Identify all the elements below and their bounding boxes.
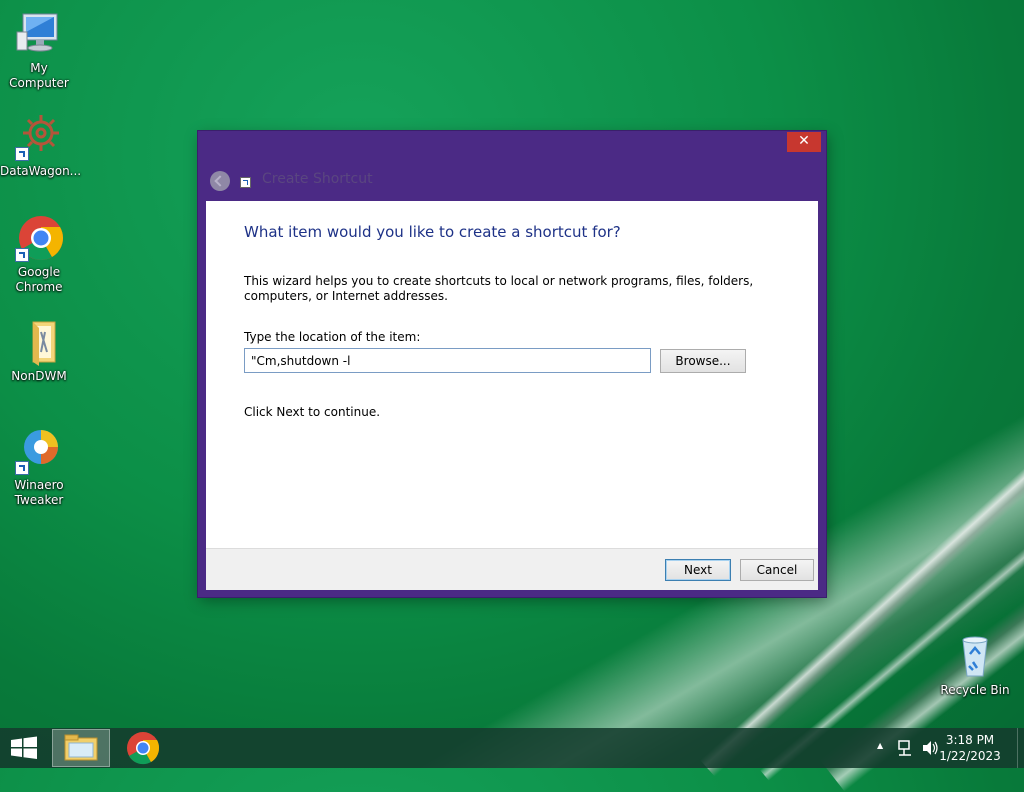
gear-icon [15, 113, 63, 161]
close-button[interactable]: ✕ [787, 132, 821, 152]
desktop-icon-winaero-tweaker[interactable]: Winaero Tweaker [0, 427, 78, 508]
desktop-icon-datawagon[interactable]: DataWagon... [0, 113, 82, 179]
taskbar-chrome[interactable] [114, 729, 172, 767]
desktop-icon-label: My Computer [9, 61, 69, 90]
desktop-icon-my-computer[interactable]: My Computer [0, 10, 78, 91]
wizard-footer: Next Cancel [206, 548, 818, 590]
desktop-icon-label: Google Chrome [15, 265, 63, 294]
dialog-title: Create Shortcut [262, 171, 373, 187]
clock-time: 3:18 PM [945, 733, 995, 747]
tray-overflow[interactable]: ▲ [874, 728, 888, 768]
desktop-icon-google-chrome[interactable]: Google Chrome [0, 214, 78, 295]
chrome-icon [15, 214, 63, 262]
desktop-icon-recycle-bin[interactable]: Recycle Bin [936, 632, 1014, 698]
folder-icon [15, 318, 63, 366]
tray-overflow-icon: ▲ [877, 741, 884, 750]
desktop-icon-label: DataWagon... [0, 164, 82, 178]
browse-button[interactable]: Browse... [660, 349, 746, 373]
wizard-heading: What item would you like to create a sho… [244, 223, 621, 241]
winaero-icon [15, 427, 63, 475]
start-button[interactable] [0, 728, 48, 768]
clock-date: 1/22/2023 [939, 749, 1001, 763]
taskbar-file-explorer[interactable] [52, 729, 110, 767]
desktop-icon-label: Winaero Tweaker [14, 478, 64, 507]
create-shortcut-dialog: ✕ Create Shortcut What item would you li… [198, 131, 826, 597]
wizard-content: What item would you like to create a sho… [206, 201, 818, 548]
file-explorer-icon [64, 734, 98, 761]
shortcut-arrow-icon [15, 147, 29, 161]
desktop-icon-label: Recycle Bin [940, 683, 1010, 697]
shortcut-arrow-icon [15, 248, 29, 262]
wizard-description: This wizard helps you to create shortcut… [244, 274, 754, 303]
next-button[interactable]: Next [665, 559, 731, 581]
windows-logo-icon [11, 736, 37, 759]
network-icon[interactable] [896, 728, 916, 768]
taskbar: ▲ 3:18 PM 1/22/2023 [0, 728, 1024, 768]
computer-icon [15, 10, 63, 58]
back-arrow-icon[interactable] [210, 171, 230, 191]
location-input[interactable] [244, 348, 651, 373]
clock[interactable]: 3:18 PM 1/22/2023 [930, 732, 1010, 764]
location-label: Type the location of the item: [244, 330, 421, 344]
desktop-icon-label: NonDWM [11, 369, 67, 383]
shortcut-icon [240, 177, 251, 188]
shortcut-arrow-icon [15, 461, 29, 475]
recycle-bin-icon [951, 632, 999, 680]
continue-hint: Click Next to continue. [244, 405, 381, 419]
desktop-icon-nondwm[interactable]: NonDWM [0, 318, 78, 384]
show-desktop-button[interactable] [1017, 728, 1024, 768]
cancel-button[interactable]: Cancel [740, 559, 814, 581]
chrome-icon [127, 732, 160, 765]
